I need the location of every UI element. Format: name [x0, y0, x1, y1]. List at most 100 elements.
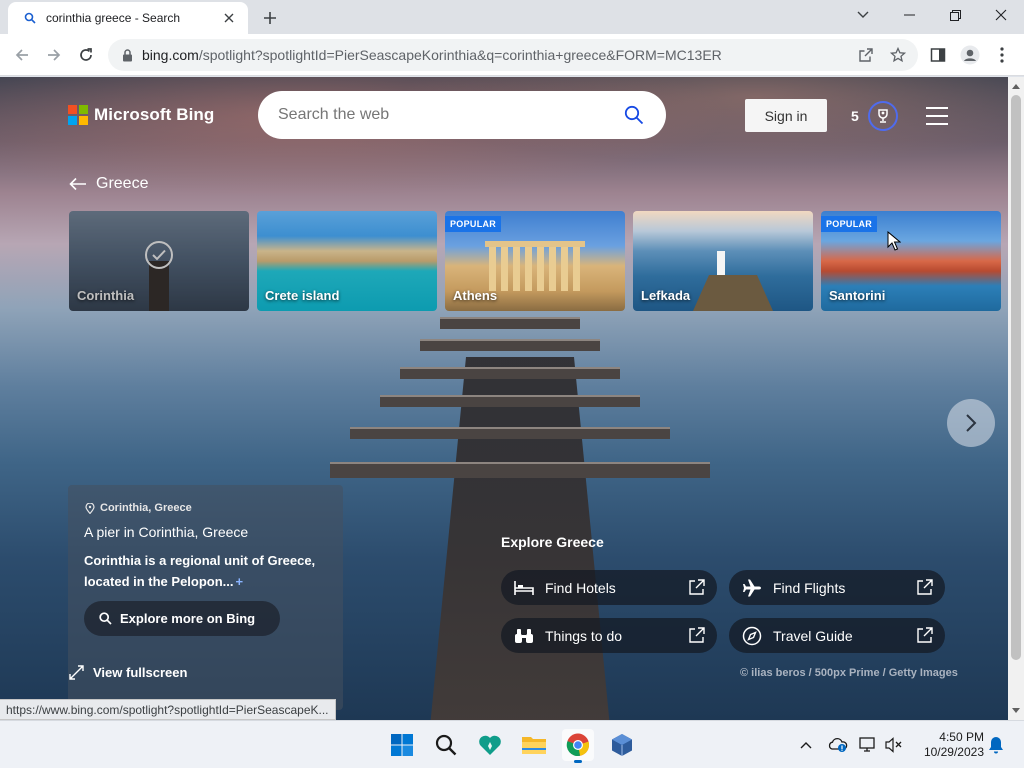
taskbar-search-icon[interactable]	[430, 729, 462, 761]
card-label: Santorini	[829, 288, 886, 303]
popular-badge: POPULAR	[821, 216, 878, 232]
carousel-card-santorini[interactable]: POPULAR Santorini	[821, 211, 1001, 311]
expand-icon	[68, 664, 84, 680]
arrow-left-icon	[68, 175, 88, 193]
browser-toolbar: bing.com/spotlight?spotlightId=PierSeasc…	[0, 34, 1024, 76]
explore-more-label: Explore more on Bing	[120, 611, 256, 626]
address-bar[interactable]: bing.com/spotlight?spotlightId=PierSeasc…	[108, 39, 918, 71]
external-link-icon	[915, 627, 933, 645]
scroll-down-icon[interactable]	[1010, 705, 1022, 717]
windows-start-icon[interactable]	[386, 729, 418, 761]
back-to-greece[interactable]: Greece	[68, 175, 148, 193]
things-to-do-button[interactable]: Things to do	[501, 618, 717, 653]
onedrive-status-icon[interactable]	[828, 735, 848, 755]
side-panel-icon[interactable]	[926, 43, 950, 67]
minimize-icon[interactable]	[886, 0, 932, 30]
carousel-card-athens[interactable]: POPULAR Athens	[445, 211, 625, 311]
lock-icon[interactable]	[120, 48, 134, 62]
new-tab-icon[interactable]	[258, 6, 282, 30]
clock-time: 4:50 PM	[939, 730, 984, 744]
network-icon[interactable]	[858, 735, 878, 755]
carousel-next-button[interactable]	[947, 399, 995, 447]
fullscreen-label: View fullscreen	[93, 664, 188, 680]
back-icon[interactable]	[8, 41, 36, 69]
bookmark-star-icon[interactable]	[888, 45, 908, 65]
cliff	[693, 275, 773, 311]
taskbar-clock[interactable]: 4:50 PM 10/29/2023	[918, 730, 984, 760]
share-icon[interactable]	[856, 45, 876, 65]
pier-plank	[330, 462, 710, 478]
image-description: Corinthia is a regional unit of Greece, …	[84, 550, 324, 592]
card-label: Crete island	[265, 288, 340, 303]
pill-label: Find Flights	[773, 579, 846, 596]
windows-taskbar: 4:50 PM 10/29/2023	[0, 720, 1024, 768]
browser-tab[interactable]: corinthia greece - Search	[8, 2, 248, 34]
expand-plus-icon[interactable]: +	[236, 574, 244, 589]
pill-label: Find Hotels	[545, 579, 616, 596]
location-label: Corinthia, Greece	[84, 502, 192, 514]
find-hotels-button[interactable]: Find Hotels	[501, 570, 717, 605]
pill-label: Things to do	[545, 627, 623, 644]
checkmark-icon	[145, 241, 173, 269]
url-path: /spotlight?spotlightId=PierSeascapeKorin…	[198, 47, 722, 63]
explore-more-button[interactable]: Explore more on Bing	[84, 601, 280, 636]
browser-menu-icon[interactable]	[990, 43, 1014, 67]
tray-overflow-chevron-icon[interactable]	[796, 735, 816, 755]
virtualbox-icon[interactable]	[606, 729, 638, 761]
bing-brand-text: Microsoft Bing	[94, 105, 215, 124]
view-fullscreen-button[interactable]: View fullscreen	[68, 664, 187, 680]
description-text: Corinthia is a regional unit of Greece, …	[84, 553, 316, 589]
parthenon-columns	[489, 247, 581, 291]
image-credit: © ilias beros / 500px Prime / Getty Imag…	[740, 667, 958, 679]
rewards-trophy-icon[interactable]	[868, 101, 898, 131]
image-title: A pier in Corinthia, Greece	[84, 524, 249, 540]
restore-icon[interactable]	[932, 0, 978, 30]
pier-plank	[400, 367, 620, 379]
carousel-card-corinthia[interactable]: Corinthia	[69, 211, 249, 311]
close-tab-icon[interactable]	[220, 9, 238, 27]
breadcrumb-label: Greece	[96, 175, 149, 192]
pill-label: Travel Guide	[773, 627, 853, 644]
search-favicon-icon	[22, 10, 38, 26]
chrome-icon[interactable]	[562, 729, 594, 763]
bing-logo[interactable]: Microsoft Bing	[68, 105, 214, 125]
search-input[interactable]	[278, 106, 622, 124]
search-box[interactable]	[258, 91, 666, 139]
compass-icon	[741, 626, 763, 646]
mouse-cursor-icon	[887, 231, 901, 251]
tab-strip: corinthia greece - Search	[0, 0, 1024, 34]
external-link-icon	[915, 579, 933, 597]
notification-bell-icon[interactable]	[986, 735, 1006, 755]
carousel-card-lefkada[interactable]: Lefkada	[633, 211, 813, 311]
find-flights-button[interactable]: Find Flights	[729, 570, 945, 605]
file-explorer-icon[interactable]	[518, 729, 550, 761]
pier-plank	[440, 317, 580, 329]
binoculars-icon	[513, 626, 535, 646]
security-heart-icon[interactable]	[474, 729, 506, 761]
card-label: Corinthia	[77, 288, 135, 303]
explore-heading: Explore Greece	[501, 534, 604, 550]
scroll-up-icon[interactable]	[1010, 80, 1022, 92]
forward-icon[interactable]	[40, 41, 68, 69]
search-icon	[98, 612, 112, 626]
microsoft-logo-icon	[68, 105, 88, 125]
volume-muted-icon[interactable]	[884, 735, 904, 755]
clock-date: 10/29/2023	[923, 745, 984, 759]
popular-badge: POPULAR	[445, 216, 502, 232]
tab-title: corinthia greece - Search	[46, 11, 181, 25]
hamburger-menu-icon[interactable]	[926, 107, 948, 125]
close-window-icon[interactable]	[978, 0, 1024, 30]
lighthouse	[717, 251, 725, 279]
sign-in-button[interactable]: Sign in	[745, 99, 827, 132]
profile-avatar-icon[interactable]	[958, 43, 982, 67]
pier-plank	[420, 339, 600, 351]
reload-icon[interactable]	[72, 41, 100, 69]
pier-plank	[380, 395, 640, 407]
scroll-thumb[interactable]	[1011, 95, 1021, 660]
rewards-count[interactable]: 5	[851, 108, 859, 124]
tab-search-chevron-icon[interactable]	[840, 0, 886, 30]
search-icon[interactable]	[622, 103, 646, 127]
location-text: Corinthia, Greece	[100, 502, 192, 514]
travel-guide-button[interactable]: Travel Guide	[729, 618, 945, 653]
carousel-card-crete-island[interactable]: Crete island	[257, 211, 437, 311]
